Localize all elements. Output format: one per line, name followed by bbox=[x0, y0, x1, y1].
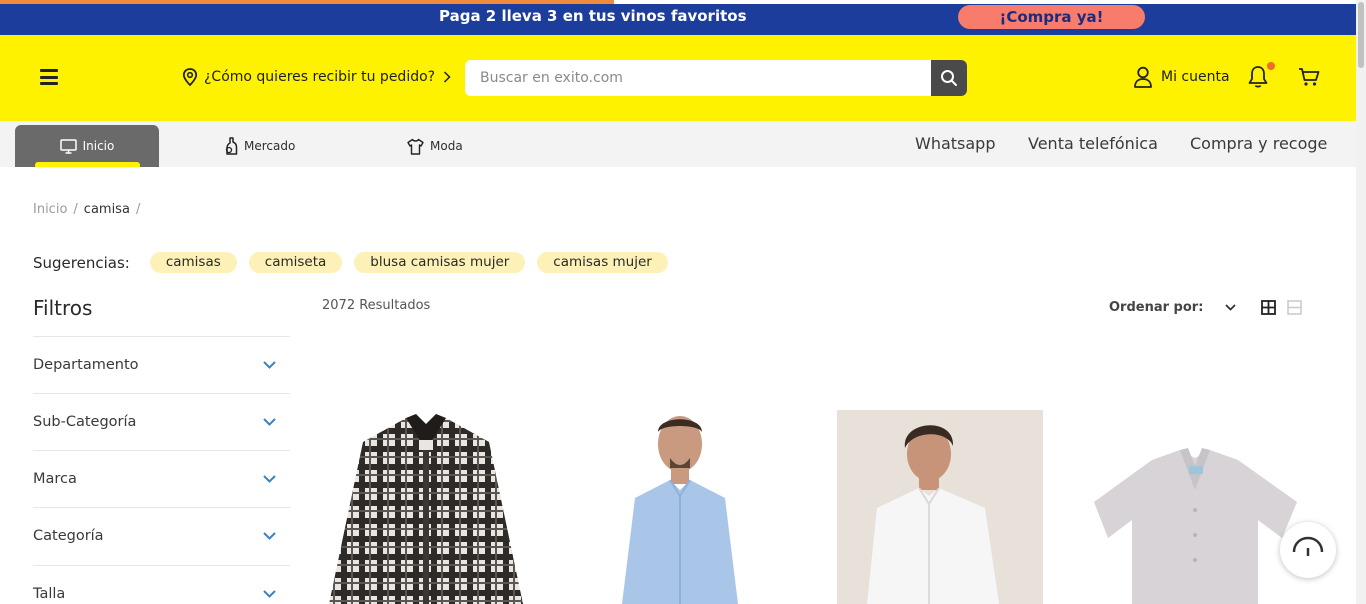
filter-label: Marca bbox=[33, 471, 77, 487]
active-tab-indicator bbox=[35, 162, 140, 167]
cart-icon bbox=[1299, 68, 1320, 86]
suggestion-chip[interactable]: camisas mujer bbox=[537, 252, 668, 273]
account-link[interactable]: Mi cuenta bbox=[1133, 66, 1230, 88]
promo-message: Paga 2 lleva 3 en tus vinos favoritos bbox=[439, 7, 747, 25]
notification-dot bbox=[1267, 62, 1275, 70]
filter-label: Sub-Categoría bbox=[33, 414, 137, 430]
product-image-white-shirt[interactable] bbox=[837, 410, 1043, 604]
chevron-down-icon bbox=[1225, 304, 1237, 311]
results-count: 2072 Resultados bbox=[322, 298, 431, 313]
filter-label: Talla bbox=[33, 586, 66, 602]
bottle-icon bbox=[225, 137, 238, 155]
category-label: Mercado bbox=[244, 139, 296, 153]
notifications-button[interactable] bbox=[1247, 62, 1275, 93]
filter-sub-categoria[interactable]: Sub-Categoría bbox=[33, 393, 290, 450]
chevron-down-icon bbox=[263, 361, 276, 369]
category-tab-moda[interactable]: Moda bbox=[407, 125, 463, 167]
suggestion-chip[interactable]: camiseta bbox=[248, 252, 343, 273]
grid-view-toggle[interactable] bbox=[1261, 300, 1276, 319]
breadcrumb-current: camisa bbox=[83, 202, 130, 217]
search-icon bbox=[941, 70, 957, 86]
sort-dropdown[interactable]: Ordenar por: bbox=[1109, 300, 1237, 315]
grid-view-icon bbox=[1261, 300, 1276, 315]
chevron-down-icon bbox=[263, 475, 276, 483]
site-header: ¿Cómo quieres recibir tu pedido? Mi cuen… bbox=[0, 35, 1356, 121]
category-label: Moda bbox=[430, 139, 463, 153]
scrollbar-thumb[interactable] bbox=[1358, 2, 1364, 68]
sort-label: Ordenar por: bbox=[1109, 300, 1204, 315]
monitor-icon bbox=[59, 138, 77, 154]
category-label: Inicio bbox=[82, 139, 115, 153]
chevron-right-icon bbox=[444, 71, 451, 83]
filters-title: Filtros bbox=[33, 296, 93, 320]
shirt-icon bbox=[407, 138, 424, 155]
user-icon bbox=[1134, 66, 1152, 88]
whatsapp-link[interactable]: Whatsapp bbox=[915, 134, 996, 153]
delivery-selector[interactable]: ¿Cómo quieres recibir tu pedido? bbox=[182, 68, 457, 86]
list-view-toggle[interactable] bbox=[1287, 300, 1302, 319]
filter-talla[interactable]: Talla bbox=[33, 565, 290, 604]
suggestion-chip[interactable]: camisas bbox=[149, 252, 237, 273]
phone-sales-link[interactable]: Venta telefónica bbox=[1028, 134, 1158, 153]
search-input[interactable] bbox=[465, 60, 931, 96]
filter-marca[interactable]: Marca bbox=[33, 450, 290, 507]
hamburger-menu-icon[interactable] bbox=[40, 69, 58, 85]
category-tab-mercado[interactable]: Mercado bbox=[224, 125, 295, 167]
click-and-collect-link[interactable]: Compra y recoge bbox=[1190, 134, 1327, 153]
breadcrumb-home-link[interactable]: Inicio bbox=[33, 202, 67, 217]
filter-categoria[interactable]: Categoría bbox=[33, 507, 290, 564]
account-label: Mi cuenta bbox=[1161, 69, 1230, 85]
filter-departamento[interactable]: Departamento bbox=[33, 336, 290, 393]
cart-button[interactable] bbox=[1298, 67, 1320, 91]
search-button[interactable] bbox=[931, 60, 967, 96]
promo-banner: Paga 2 lleva 3 en tus vinos favoritos ¡C… bbox=[0, 0, 1356, 35]
product-image-plaid-shirt[interactable] bbox=[323, 410, 529, 604]
chat-icon bbox=[1292, 536, 1324, 556]
promo-cta-button[interactable]: ¡Compra ya! bbox=[958, 5, 1145, 29]
scrollbar-track[interactable] bbox=[1356, 0, 1366, 604]
chevron-down-icon bbox=[263, 532, 276, 540]
category-tab-inicio[interactable]: Inicio bbox=[15, 125, 159, 167]
location-pin-icon bbox=[182, 68, 198, 86]
search-suggestions: Sugerencias: camisas camiseta blusa cami… bbox=[33, 252, 680, 273]
suggestion-chip[interactable]: blusa camisas mujer bbox=[354, 252, 526, 273]
breadcrumb: Inicio / camisa / bbox=[33, 202, 141, 217]
promo-progress-bar bbox=[0, 0, 614, 4]
bell-icon bbox=[1248, 66, 1268, 88]
suggestions-label: Sugerencias: bbox=[33, 253, 130, 272]
product-image-blue-shirt[interactable] bbox=[580, 410, 786, 604]
help-chat-button[interactable] bbox=[1280, 522, 1336, 578]
chevron-down-icon bbox=[263, 590, 276, 598]
list-view-icon bbox=[1287, 300, 1302, 315]
search-bar bbox=[465, 60, 967, 96]
product-image-school-blouse[interactable] bbox=[1092, 410, 1298, 604]
chevron-down-icon bbox=[263, 418, 276, 426]
delivery-label: ¿Cómo quieres recibir tu pedido? bbox=[204, 69, 436, 85]
filter-label: Categoría bbox=[33, 528, 104, 544]
filter-label: Departamento bbox=[33, 357, 139, 373]
category-nav: Inicio Mercado Moda Whatsapp Venta telef… bbox=[0, 121, 1356, 167]
